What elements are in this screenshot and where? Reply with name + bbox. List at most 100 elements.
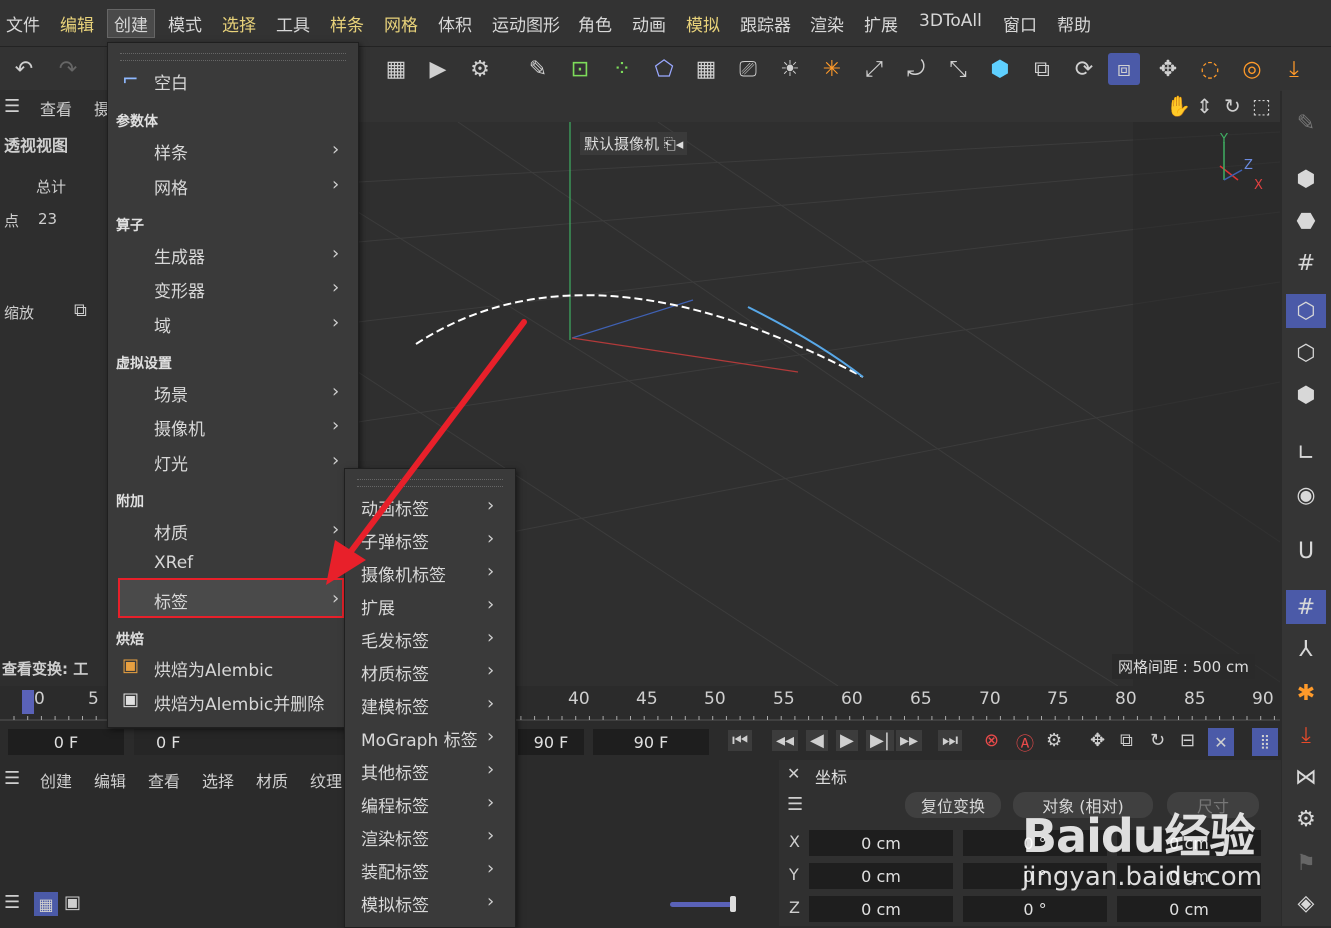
menu-11[interactable]: 动画 bbox=[632, 11, 666, 36]
axis-snap-icon[interactable]: ⅄ bbox=[1286, 632, 1326, 666]
light-icon[interactable]: ☀ bbox=[774, 53, 806, 85]
tag-menu-item[interactable]: 其他标签 bbox=[361, 759, 429, 784]
menu-10[interactable]: 角色 bbox=[578, 11, 612, 36]
material-menu-item[interactable]: 材质 bbox=[256, 768, 288, 792]
record-icon[interactable]: ⊗ bbox=[984, 730, 999, 751]
flag-icon[interactable]: ⚑ bbox=[1286, 846, 1326, 880]
menu-1[interactable]: 编辑 bbox=[60, 11, 94, 36]
goto-start-icon[interactable]: ⏮ bbox=[728, 730, 753, 751]
select-circle-icon[interactable]: ◌ bbox=[1194, 53, 1226, 85]
menu-item-deformer[interactable]: 变形器 bbox=[154, 277, 205, 302]
axis-scale-icon[interactable]: ⤡ bbox=[942, 53, 974, 85]
menu-12[interactable]: 模拟 bbox=[686, 11, 720, 36]
menu-item-light[interactable]: 灯光 bbox=[154, 450, 188, 475]
next-key-icon[interactable]: ▸▸ bbox=[896, 730, 923, 751]
edges-mode-icon[interactable]: ⬡ bbox=[1286, 336, 1326, 370]
move-icon[interactable]: ✥ bbox=[1152, 53, 1184, 85]
cloner-icon[interactable]: ⁘ bbox=[606, 53, 638, 85]
material-menu-item[interactable]: 纹理 bbox=[310, 768, 342, 792]
size-field[interactable]: 0 cm bbox=[1117, 896, 1261, 922]
material-menu-icon[interactable]: ☰ bbox=[4, 768, 20, 789]
render-view-icon[interactable]: ▶ bbox=[422, 53, 454, 85]
menu-2[interactable]: 创建 bbox=[107, 9, 155, 38]
points-mode-icon[interactable]: ⬡ bbox=[1286, 294, 1326, 328]
menu-item-empty[interactable]: 空白 bbox=[154, 69, 188, 94]
list-view-icon[interactable]: ☰ bbox=[4, 892, 20, 913]
end-frame-field-a[interactable]: 90 F bbox=[518, 729, 584, 755]
tear-off-handle[interactable] bbox=[357, 479, 503, 487]
menu-item-tag[interactable]: 标签 bbox=[154, 588, 188, 613]
menu-item-bake-alembic[interactable]: 烘焙为Alembic bbox=[154, 656, 273, 681]
menu-item-field[interactable]: 域 bbox=[154, 312, 171, 337]
menu-item-camera[interactable]: 摄像机 bbox=[154, 415, 205, 440]
drop-icon[interactable]: ⤓ bbox=[1278, 53, 1310, 85]
workplane-icon[interactable]: # bbox=[1286, 246, 1326, 280]
tag-menu-item[interactable]: 装配标签 bbox=[361, 858, 429, 883]
start-frame-field[interactable]: 0 F bbox=[8, 729, 124, 755]
menu-7[interactable]: 网格 bbox=[384, 11, 418, 36]
current-frame-field[interactable]: 0 F bbox=[134, 729, 364, 755]
tag-menu-item[interactable]: 摄像机标签 bbox=[361, 561, 446, 586]
key-rotate-icon[interactable]: ↻ bbox=[1150, 730, 1165, 751]
undo-icon[interactable]: ↶ bbox=[8, 53, 40, 85]
menu-9[interactable]: 运动图形 bbox=[492, 11, 560, 36]
next-frame-icon[interactable]: ▶| bbox=[866, 730, 894, 751]
hamburger-icon[interactable]: ☰ bbox=[4, 96, 20, 117]
goto-end-icon[interactable]: ⏭ bbox=[938, 730, 963, 751]
tag-menu-item[interactable]: 模拟标签 bbox=[361, 891, 429, 916]
pos-field[interactable]: 0 cm bbox=[809, 863, 953, 889]
menu-16[interactable]: 3DToAll bbox=[919, 11, 982, 31]
menu-0[interactable]: 文件 bbox=[6, 11, 40, 36]
scale-icon[interactable]: ⧉ bbox=[1026, 53, 1058, 85]
key-scale-icon[interactable]: ⧉ bbox=[1120, 730, 1133, 751]
plugin-icon[interactable]: ◈ bbox=[1286, 886, 1326, 920]
zoom-slider-handle[interactable] bbox=[730, 896, 736, 912]
menu-8[interactable]: 体积 bbox=[438, 11, 472, 36]
coord-menu-icon[interactable]: ☰ bbox=[787, 794, 803, 815]
sun-icon[interactable]: ✱ bbox=[1286, 676, 1326, 710]
close-icon[interactable]: ✕ bbox=[787, 764, 800, 783]
pos-field[interactable]: 0 cm bbox=[809, 896, 953, 922]
prev-frame-icon[interactable]: ◀ bbox=[806, 730, 828, 751]
large-view-icon[interactable]: ▣ bbox=[64, 892, 81, 913]
material-menu-item[interactable]: 选择 bbox=[202, 768, 234, 792]
render-settings-icon[interactable]: ⚙ bbox=[464, 53, 496, 85]
snap-grid-icon[interactable]: # bbox=[1286, 590, 1326, 624]
menu-item-bake-alembic-delete[interactable]: 烘焙为Alembic并删除 bbox=[154, 690, 324, 715]
material-menu-item[interactable]: 创建 bbox=[40, 768, 72, 792]
magnet-icon[interactable]: U bbox=[1286, 534, 1326, 568]
menu-item-scene[interactable]: 场景 bbox=[154, 381, 188, 406]
maximize-view-icon[interactable]: ⬚ bbox=[1252, 94, 1271, 118]
tag-menu-item[interactable]: 毛发标签 bbox=[361, 627, 429, 652]
edit-icon[interactable]: ✎ bbox=[1286, 106, 1326, 140]
key-move-icon[interactable]: ✥ bbox=[1090, 730, 1105, 751]
deformer-icon[interactable]: ⬠ bbox=[648, 53, 680, 85]
tag-menu-item[interactable]: MoGraph 标签 bbox=[361, 726, 478, 751]
dolly-icon[interactable]: ⇕ bbox=[1196, 94, 1213, 118]
pos-field[interactable]: 0 cm bbox=[809, 830, 953, 856]
material-menu-item[interactable]: 查看 bbox=[148, 768, 180, 792]
tag-menu-item[interactable]: 动画标签 bbox=[361, 495, 429, 520]
view-menu[interactable]: 查看 bbox=[40, 96, 72, 120]
zoom-icon[interactable]: ⧉ bbox=[74, 300, 87, 321]
tag-menu-item[interactable]: 扩展 bbox=[361, 594, 395, 619]
axis-rotate-icon[interactable]: ⤾ bbox=[900, 53, 932, 85]
camera-label[interactable]: 默认摄像机 ⎗◂ bbox=[580, 132, 688, 155]
symmetry-icon[interactable]: ⋈ bbox=[1286, 760, 1326, 794]
zoom-slider[interactable] bbox=[670, 902, 736, 907]
explode-icon[interactable]: ✳ bbox=[816, 53, 848, 85]
cube-icon[interactable]: ⬢ bbox=[984, 53, 1016, 85]
menu-4[interactable]: 选择 bbox=[222, 11, 256, 36]
axis-move-icon[interactable]: ⤢ bbox=[858, 53, 890, 85]
orbit-icon[interactable]: ↻ bbox=[1224, 94, 1241, 118]
material-menu-item[interactable]: 编辑 bbox=[94, 768, 126, 792]
camera-icon[interactable]: ⎚ bbox=[732, 53, 764, 85]
model-mode-icon[interactable]: ⬢ bbox=[1286, 162, 1326, 196]
drop-floor-icon[interactable]: ⤓ bbox=[1286, 718, 1326, 752]
point-select-icon[interactable]: ⊡ bbox=[564, 53, 596, 85]
tear-off-handle[interactable] bbox=[120, 53, 346, 61]
live-select-icon[interactable]: ◎ bbox=[1236, 53, 1268, 85]
menu-item-tag-highlight[interactable] bbox=[118, 578, 344, 618]
tag-menu-item[interactable]: 材质标签 bbox=[361, 660, 429, 685]
tag-menu-item[interactable]: 建模标签 bbox=[361, 693, 429, 718]
